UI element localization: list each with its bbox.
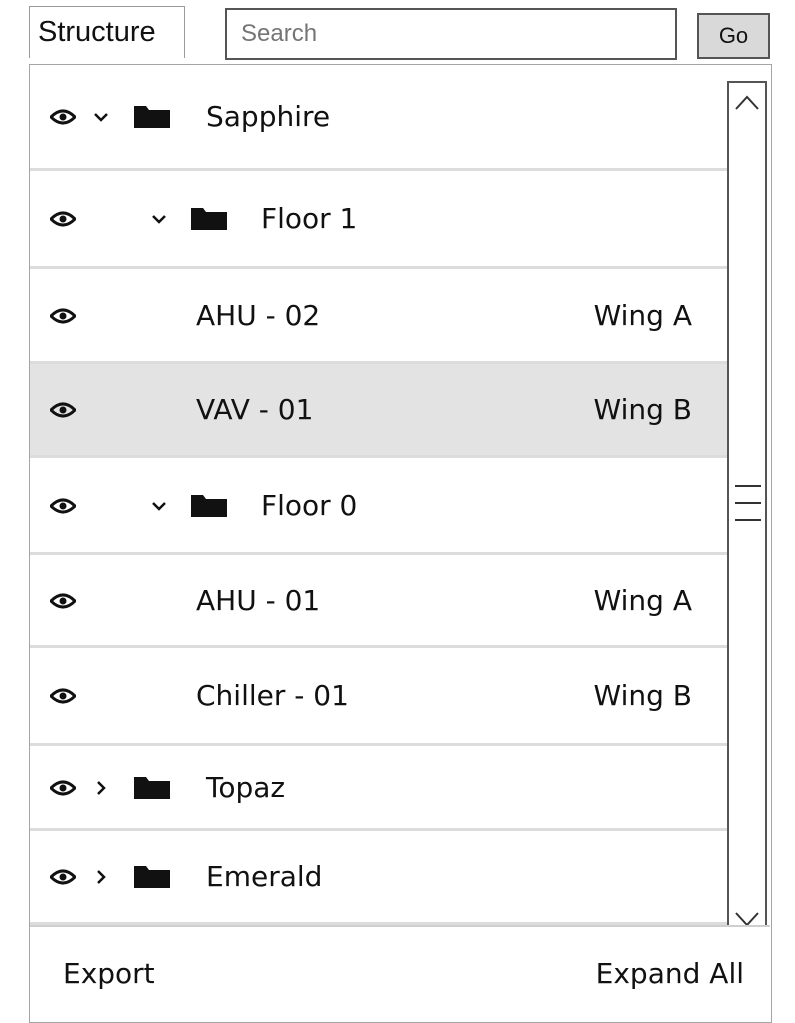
tab-structure[interactable]: Structure: [29, 6, 185, 58]
panel-footer: Export Expand All: [30, 925, 770, 1022]
eye-icon[interactable]: [50, 497, 76, 515]
tree-row-label: Chiller - 01: [196, 679, 349, 712]
tree-row-label: Topaz: [206, 770, 286, 804]
tree-row-label: VAV - 01: [196, 393, 314, 426]
eye-icon[interactable]: [50, 592, 76, 610]
chevron-down-icon[interactable]: [93, 109, 109, 125]
tree-row-label: Sapphire: [206, 100, 331, 133]
tree-folder-row[interactable]: Emerald: [30, 831, 727, 925]
eye-icon[interactable]: [50, 210, 76, 228]
vertical-scrollbar[interactable]: [727, 81, 767, 940]
tree-row-wing: Wing B: [593, 393, 692, 426]
tree-folder-row[interactable]: Topaz: [30, 746, 727, 831]
eye-icon[interactable]: [50, 687, 76, 705]
tree-row-wing: Wing A: [593, 583, 692, 617]
folder-icon: [191, 208, 227, 230]
eye-icon[interactable]: [50, 779, 76, 797]
scroll-thumb[interactable]: [735, 478, 761, 528]
tree-folder-row[interactable]: Floor 0: [30, 458, 727, 555]
structure-panel: Sapphire Floor 1 AHU - 02 Wing A VAV - 01 Win…: [29, 64, 772, 1023]
arrow-up-icon: [735, 95, 759, 110]
tree-row-wing: Wing A: [593, 298, 692, 332]
chevron-down-icon[interactable]: [151, 498, 167, 514]
tree-row-label: AHU - 02: [196, 298, 321, 332]
tree-item-row[interactable]: Chiller - 01 Wing B: [30, 648, 727, 746]
tree-row-label: AHU - 01: [196, 583, 321, 617]
tree-item-row[interactable]: VAV - 01 Wing B: [30, 364, 727, 458]
chevron-down-icon[interactable]: [151, 211, 167, 227]
folder-icon: [134, 106, 170, 128]
grip-icon: [735, 485, 761, 521]
eye-icon[interactable]: [50, 108, 76, 126]
export-button[interactable]: Export: [63, 957, 155, 990]
eye-icon[interactable]: [50, 307, 76, 325]
chevron-right-icon[interactable]: [93, 780, 109, 796]
folder-icon: [134, 776, 170, 799]
tree-row-label: Emerald: [206, 860, 323, 893]
scroll-up-button[interactable]: [729, 83, 765, 123]
tree-row-wing: Wing B: [593, 679, 692, 712]
tree-folder-row[interactable]: Sapphire: [30, 65, 727, 171]
eye-icon[interactable]: [50, 868, 76, 886]
go-button[interactable]: Go: [697, 13, 770, 59]
tree-row-label: Floor 1: [261, 202, 358, 235]
folder-icon: [134, 866, 170, 888]
chevron-right-icon[interactable]: [93, 869, 109, 885]
tree-item-row[interactable]: AHU - 01 Wing A: [30, 555, 727, 648]
tree-item-row[interactable]: AHU - 02 Wing A: [30, 269, 727, 364]
eye-icon[interactable]: [50, 401, 76, 419]
search-input[interactable]: [225, 8, 677, 60]
tree-folder-row[interactable]: Floor 1: [30, 171, 727, 269]
tree-row-label: Floor 0: [261, 488, 358, 522]
expand-all-button[interactable]: Expand All: [596, 957, 744, 990]
folder-icon: [191, 494, 227, 517]
